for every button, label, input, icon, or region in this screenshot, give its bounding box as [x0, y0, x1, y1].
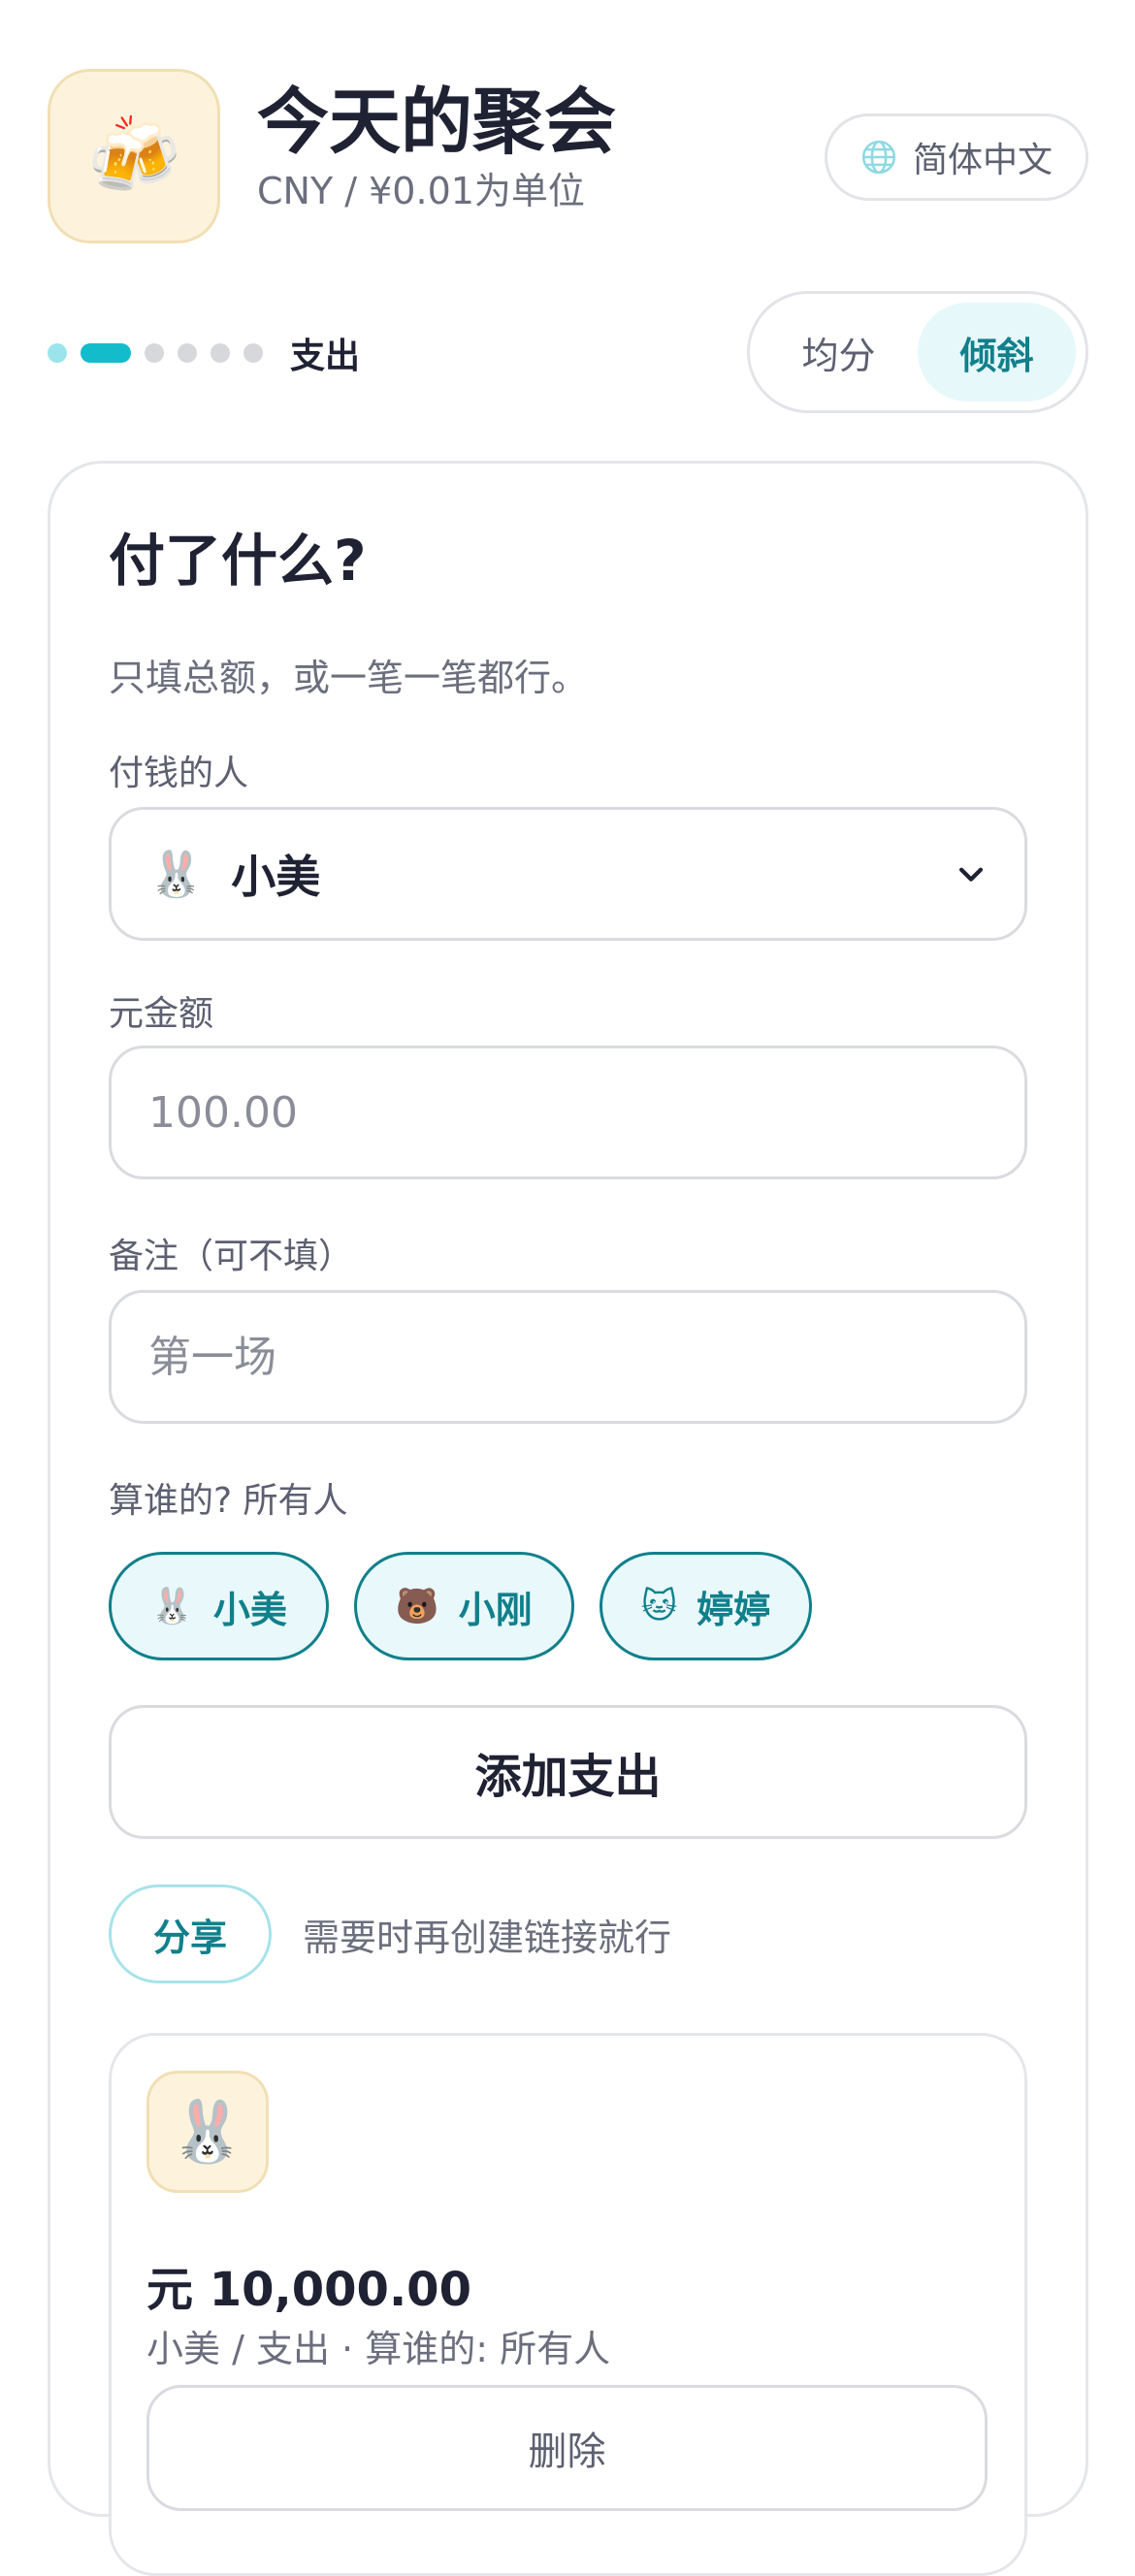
participant-chip[interactable]: 🐻 小刚	[353, 1552, 574, 1660]
progress-dot	[178, 343, 197, 363]
participant-chip[interactable]: 🐰 小美	[109, 1552, 329, 1660]
participant-chips: 🐰 小美 🐻 小刚 🐱 婷婷	[109, 1552, 1027, 1660]
currency-subtitle: CNY / ¥0.01为单位	[257, 170, 585, 212]
payer-label: 付钱的人	[109, 754, 249, 793]
language-label: 简体中文	[912, 141, 1053, 180]
split-mode-even[interactable]: 均分	[760, 303, 918, 402]
delete-expense-button[interactable]: 删除	[146, 2385, 988, 2511]
header: 🍻 今天的聚会 CNY / ¥0.01为单位 简体中文	[48, 69, 1088, 243]
rabbit-icon: 🐰	[148, 847, 205, 900]
chevron-down-icon	[958, 867, 984, 882]
note-label: 备注（可不填）	[109, 1237, 354, 1276]
card-title: 付了什么?	[109, 528, 367, 594]
payer-select[interactable]: 🐰 小美	[109, 807, 1027, 941]
share-button[interactable]: 分享	[109, 1884, 272, 1983]
language-button[interactable]: 简体中文	[825, 113, 1088, 201]
share-hint: 需要时再创建链接就行	[303, 1916, 672, 1959]
globe-icon	[861, 140, 896, 175]
rabbit-icon: 🐰	[150, 1587, 194, 1626]
beer-mugs-icon: 🍻	[48, 69, 220, 243]
app-icon-emoji: 🍻	[86, 112, 181, 200]
note-input[interactable]	[148, 1332, 988, 1382]
expense-meta: 小美 / 支出 · 算谁的: 所有人	[146, 2328, 611, 2370]
amount-input[interactable]	[148, 1087, 988, 1138]
share-row: 分享 需要时再创建链接就行	[109, 1884, 1027, 1983]
expense-card: 付了什么? 只填总额，或一笔一笔都行。 付钱的人 🐰 小美 元金额 备注（可不填…	[48, 461, 1088, 2576]
progress-dot	[211, 343, 230, 363]
page-title: 今天的聚会	[257, 80, 616, 164]
note-field[interactable]	[109, 1290, 1027, 1424]
step-label: 支出	[290, 337, 361, 376]
progress-dot	[48, 343, 67, 363]
rabbit-icon: 🐰	[146, 2071, 269, 2193]
participants-label: 算谁的? 所有人	[109, 1481, 348, 1521]
progress-dot-active	[81, 343, 131, 363]
participant-name: 婷婷	[697, 1588, 771, 1631]
add-expense-button[interactable]: 添加支出	[109, 1705, 1027, 1839]
split-mode-toggle: 均分 倾斜	[747, 291, 1088, 413]
expense-amount: 元 10,000.00	[146, 2263, 471, 2317]
card-description: 只填总额，或一笔一笔都行。	[109, 657, 589, 699]
expense-entry: 🐰 元 10,000.00 小美 / 支出 · 算谁的: 所有人 删除	[109, 2033, 1027, 2576]
step-progress: 支出	[48, 330, 360, 376]
participant-name: 小美	[212, 1588, 287, 1631]
bear-icon: 🐻	[395, 1587, 439, 1626]
amount-label: 元金额	[109, 994, 214, 1034]
progress-dot	[145, 343, 164, 363]
amount-field[interactable]	[109, 1046, 1027, 1179]
progress-dot	[243, 343, 263, 363]
participant-chip[interactable]: 🐱 婷婷	[599, 1552, 813, 1660]
payer-value: 小美	[231, 851, 321, 903]
participant-name: 小刚	[458, 1588, 533, 1631]
split-mode-weighted[interactable]: 倾斜	[918, 303, 1076, 402]
cat-icon: 🐱	[640, 1586, 678, 1626]
